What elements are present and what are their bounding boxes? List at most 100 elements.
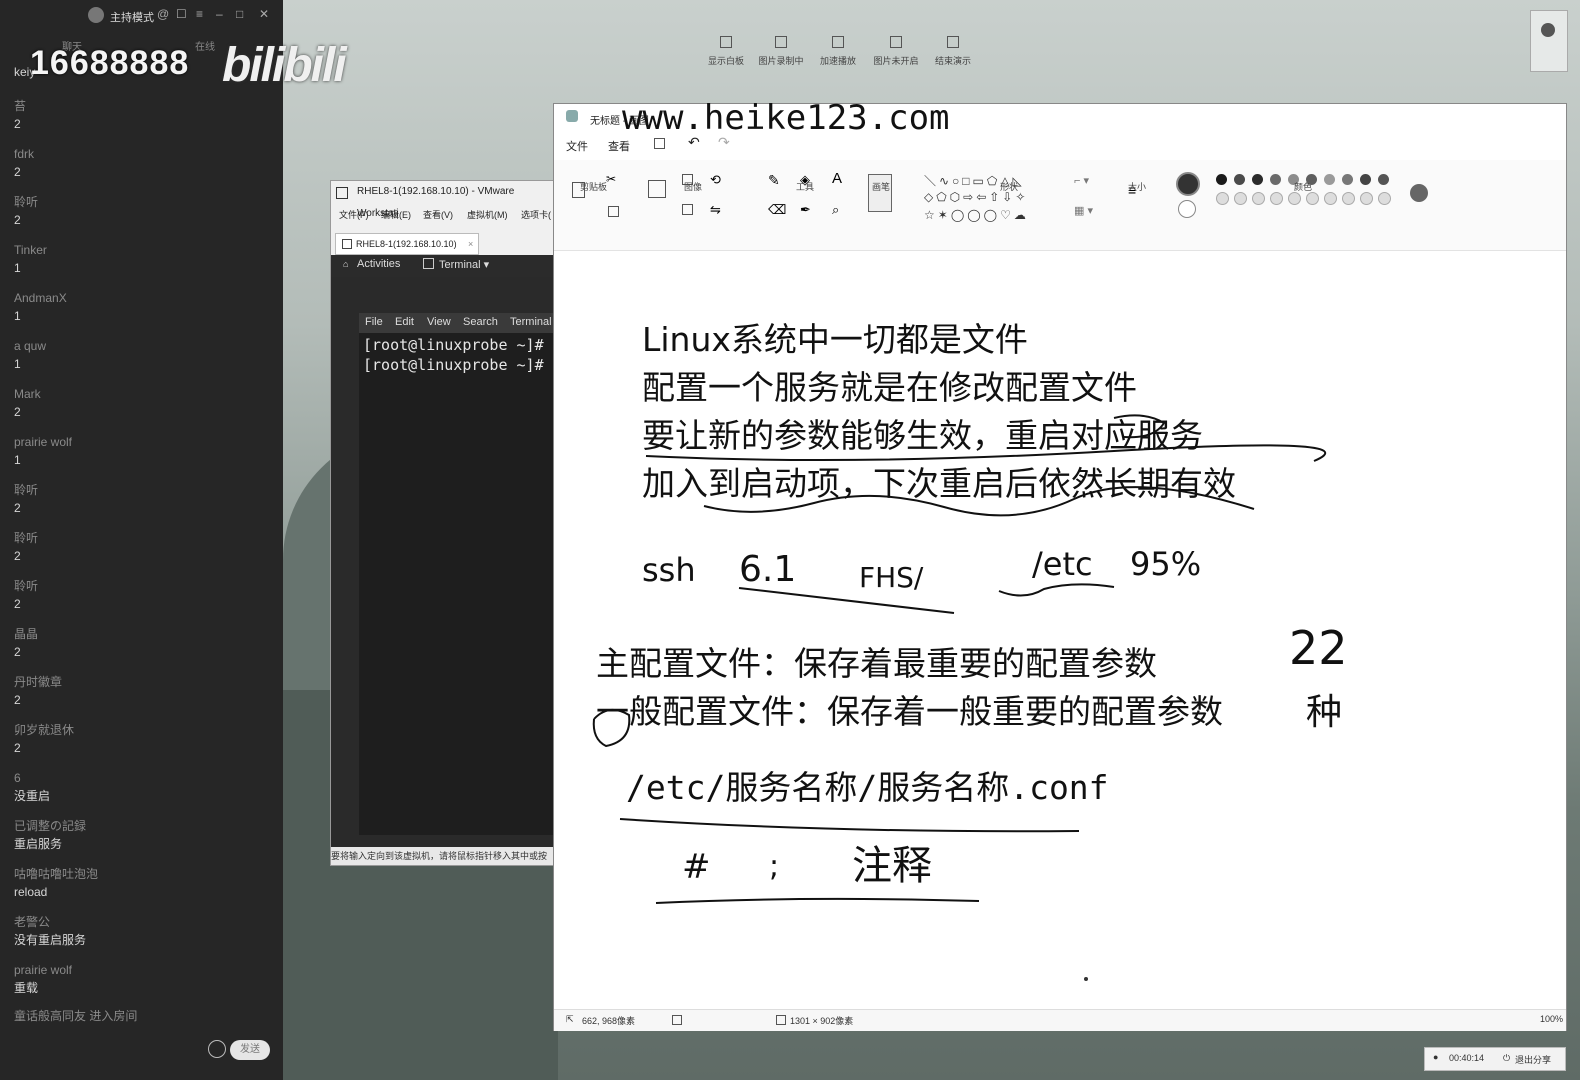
palette-swatch[interactable] bbox=[1360, 174, 1371, 185]
chat-message: 聆听 2 bbox=[14, 577, 38, 613]
color1-swatch[interactable] bbox=[1176, 172, 1200, 196]
shapes-row-3-icon[interactable]: ☆✶◯◯◯♡☁ bbox=[924, 208, 1029, 222]
cursor-icon: ⇱ bbox=[566, 1014, 574, 1024]
flip-icon[interactable]: ⇋ bbox=[710, 202, 721, 218]
palette-swatch-empty[interactable] bbox=[1270, 192, 1283, 205]
maximize-icon[interactable]: □ bbox=[236, 7, 243, 21]
vm-tab[interactable]: RHEL8-1(192.168.10.10) × bbox=[335, 233, 479, 255]
share-toolbar-button[interactable]: 图片未开启 bbox=[866, 36, 926, 67]
share-toolbar-button[interactable]: 图片录制中 bbox=[751, 36, 811, 67]
select-icon[interactable] bbox=[648, 180, 666, 198]
at-icon[interactable]: @ bbox=[157, 7, 169, 21]
palette-swatch-empty[interactable] bbox=[1342, 192, 1355, 205]
tab-online[interactable]: 在线 bbox=[195, 38, 215, 53]
palette-swatch[interactable] bbox=[1216, 174, 1227, 185]
palette-swatch-empty[interactable] bbox=[1324, 192, 1337, 205]
group-shapes: 形状 bbox=[1000, 182, 1019, 192]
palette-swatch[interactable] bbox=[1270, 174, 1281, 185]
outline-icon[interactable]: ⌐ ▾ bbox=[1074, 174, 1089, 187]
side-mini-panel[interactable] bbox=[1530, 10, 1568, 72]
edit-icon[interactable]: ☐ bbox=[176, 7, 187, 21]
zoom-level[interactable]: 100% bbox=[1540, 1014, 1563, 1024]
chat-message-user: prairie wolf bbox=[14, 963, 73, 977]
group-tools: 工具 bbox=[796, 182, 815, 192]
color-picker-icon[interactable]: ✒ bbox=[800, 202, 811, 218]
canvas-size: 1301 × 902像素 bbox=[790, 1016, 854, 1026]
paint-canvas[interactable]: Linux系统中一切都是文件 配置一个服务就是在修改配置文件 要让新的参数能够生… bbox=[554, 251, 1566, 1006]
chat-message-user: 聆听 bbox=[14, 195, 39, 209]
chat-message: 丹时徽章 2 bbox=[14, 673, 62, 709]
palette-swatch-empty[interactable] bbox=[1216, 192, 1229, 205]
term-menu-file[interactable]: File bbox=[365, 316, 383, 328]
chat-message-text: 2 bbox=[14, 213, 21, 227]
palette-swatch-empty[interactable] bbox=[1306, 192, 1319, 205]
edit-colors-icon[interactable] bbox=[1410, 184, 1428, 202]
copy-icon[interactable] bbox=[608, 206, 619, 217]
close-icon[interactable]: × bbox=[468, 234, 473, 254]
palette-swatch-empty[interactable] bbox=[1288, 192, 1301, 205]
cursor-position: 662, 968像素 bbox=[582, 1016, 636, 1026]
chat-message-user: prairie wolf bbox=[14, 435, 73, 449]
palette-swatch[interactable] bbox=[1252, 174, 1263, 185]
vmware-menu-vm[interactable]: 虚拟机(M) bbox=[467, 208, 508, 221]
chat-message-user: a quw bbox=[14, 339, 47, 353]
eraser-icon[interactable]: ⌫ bbox=[768, 202, 786, 218]
emoji-icon[interactable] bbox=[208, 1040, 226, 1058]
group-clipboard: 剪贴板 bbox=[580, 182, 608, 192]
paint-menu-view[interactable]: 查看 bbox=[608, 138, 630, 154]
send-button[interactable]: 发送 bbox=[230, 1040, 270, 1060]
palette-swatch[interactable] bbox=[1378, 174, 1389, 185]
close-icon[interactable]: ✕ bbox=[259, 7, 269, 21]
chat-message-text: 2 bbox=[14, 405, 21, 419]
pencil-icon[interactable]: ✎ bbox=[768, 172, 780, 189]
chat-message-text: 2 bbox=[14, 165, 21, 179]
text-icon[interactable]: A bbox=[832, 170, 842, 187]
chat-message: 聆听 2 bbox=[14, 529, 38, 565]
share-toolbar-button[interactable]: 结束演示 bbox=[923, 36, 983, 67]
rotate-icon[interactable]: ⟲ bbox=[710, 172, 721, 188]
terminal-app-menu[interactable]: Terminal ▾ bbox=[439, 258, 489, 271]
chat-message: Tinker 1 bbox=[14, 241, 47, 277]
chat-message: 6 没重启 bbox=[14, 769, 50, 805]
user-icon bbox=[1541, 23, 1555, 37]
share-toolbar-button[interactable]: 显示白板 bbox=[696, 36, 756, 67]
term-menu-terminal[interactable]: Terminal bbox=[510, 316, 552, 328]
exit-icon: ⏻ bbox=[1503, 1053, 1511, 1063]
magnifier-icon[interactable]: ⌕ bbox=[832, 202, 839, 218]
palette-swatch-empty[interactable] bbox=[1378, 192, 1391, 205]
paint-menu-file[interactable]: 文件 bbox=[566, 138, 588, 154]
resize-icon[interactable] bbox=[682, 204, 693, 215]
minimize-icon[interactable]: – bbox=[216, 7, 223, 21]
palette-swatch[interactable] bbox=[1324, 174, 1335, 185]
group-size: 大小 bbox=[1128, 182, 1147, 192]
vmware-menu-tabs[interactable]: 选项卡( bbox=[521, 208, 551, 221]
activities-icon: ⌂ bbox=[343, 259, 349, 269]
vmware-menu-file[interactable]: 文件(F) bbox=[339, 208, 369, 221]
palette-swatch[interactable] bbox=[1234, 174, 1245, 185]
canvas-size-icon bbox=[776, 1015, 786, 1025]
chat-message-text: 1 bbox=[14, 453, 21, 467]
term-menu-search[interactable]: Search bbox=[463, 316, 498, 328]
speed-icon bbox=[832, 36, 844, 48]
save-icon[interactable] bbox=[654, 138, 665, 149]
term-menu-view[interactable]: View bbox=[427, 316, 451, 328]
vmware-titlebar: RHEL8-1(192.168.10.10) - VMware Workstat… bbox=[331, 181, 556, 219]
fill-style-icon[interactable]: ▦ ▾ bbox=[1074, 204, 1093, 217]
activities-button[interactable]: Activities bbox=[357, 258, 400, 270]
stop-icon bbox=[947, 36, 959, 48]
palette-swatch-empty[interactable] bbox=[1234, 192, 1247, 205]
vmware-menu-edit[interactable]: 编辑(E) bbox=[381, 208, 411, 221]
vmware-menu-view[interactable]: 查看(V) bbox=[423, 208, 453, 221]
share-toolbar-button[interactable]: 加速播放 bbox=[808, 36, 868, 67]
color2-swatch[interactable] bbox=[1178, 200, 1196, 218]
menu-icon[interactable]: ≡ bbox=[196, 7, 203, 21]
palette-swatch-empty[interactable] bbox=[1360, 192, 1373, 205]
exit-share-button[interactable]: 退出分享 bbox=[1515, 1053, 1551, 1066]
term-menu-edit[interactable]: Edit bbox=[395, 316, 414, 328]
terminal-output[interactable]: [root@linuxprobe ~]# [root@linuxprobe ~]… bbox=[359, 333, 556, 835]
palette-swatch[interactable] bbox=[1342, 174, 1353, 185]
palette-swatch-empty[interactable] bbox=[1252, 192, 1265, 205]
cut-icon[interactable]: ✂ bbox=[606, 172, 616, 186]
terminal-menubar: File Edit View Search Terminal bbox=[359, 313, 556, 333]
chat-message-user: 卯岁就退休 bbox=[14, 723, 75, 737]
